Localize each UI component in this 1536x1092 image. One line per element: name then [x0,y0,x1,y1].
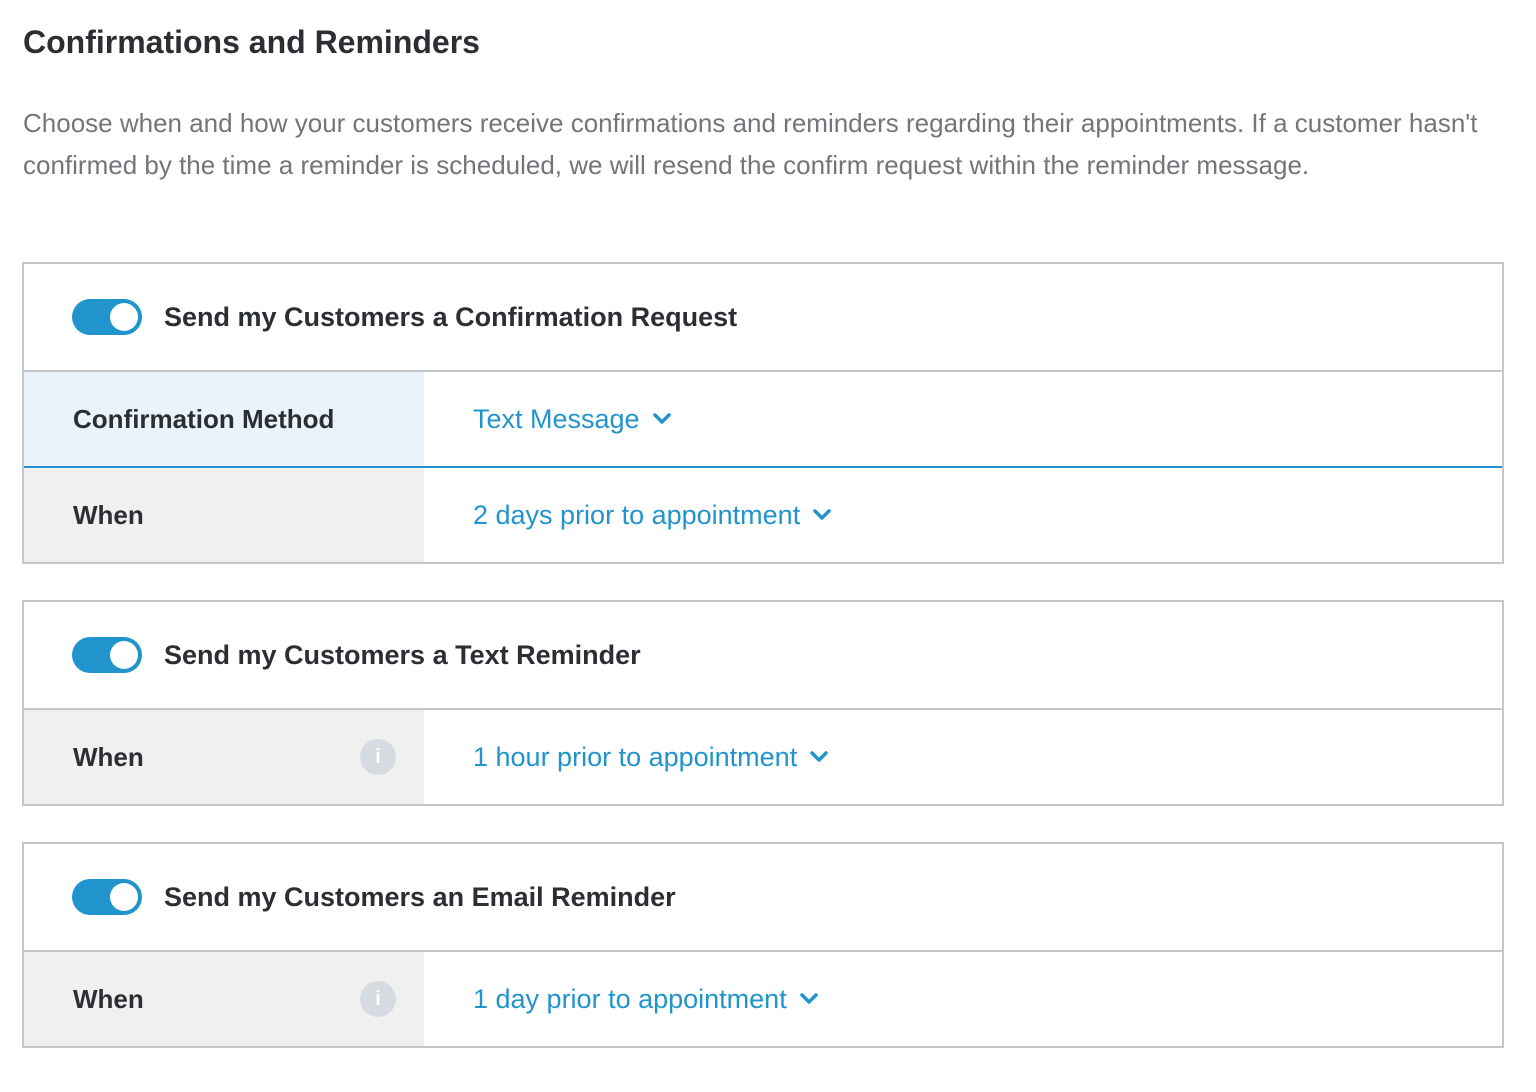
email-reminder-card: Send my Customers an Email Reminder When… [22,842,1504,1048]
row-label: When [73,983,144,1014]
email-reminder-when-select[interactable]: 1 day prior to appointment [473,984,819,1015]
toggle-knob [110,303,138,331]
text-reminder-when-row: When i 1 hour prior to appointment [24,710,1502,804]
email-reminder-toggle[interactable] [72,879,142,915]
text-reminder-when-select[interactable]: 1 hour prior to appointment [473,742,829,773]
page-title: Confirmations and Reminders [23,24,480,60]
info-icon[interactable]: i [360,739,396,775]
text-reminder-toggle[interactable] [72,637,142,673]
confirmation-method-row: Confirmation Method Text Message [24,372,1502,468]
confirmation-request-toggle[interactable] [72,299,142,335]
card-header-label: Send my Customers an Email Reminder [164,881,676,912]
chevron-down-icon [652,413,671,424]
chevron-down-icon [810,751,828,762]
page-description: Choose when and how your customers recei… [23,108,1478,180]
card-header: Send my Customers a Text Reminder [24,602,1502,710]
card-header: Send my Customers an Email Reminder [24,844,1502,952]
confirmation-request-card: Send my Customers a Confirmation Request… [22,262,1504,564]
select-value: 2 days prior to appointment [473,499,801,530]
select-value: 1 hour prior to appointment [473,741,798,772]
text-reminder-card: Send my Customers a Text Reminder When i… [22,600,1504,806]
row-label: When [73,741,144,772]
chevron-down-icon [799,993,818,1004]
card-header: Send my Customers a Confirmation Request [24,264,1502,372]
row-label: When [73,499,144,530]
info-icon[interactable]: i [360,981,396,1017]
toggle-knob [110,641,138,669]
chevron-down-icon [813,509,831,520]
email-reminder-when-row: When i 1 day prior to appointment [24,952,1502,1046]
confirmation-method-select[interactable]: Text Message [473,404,672,435]
row-label: Confirmation Method [73,403,335,434]
select-value: Text Message [473,403,640,434]
select-value: 1 day prior to appointment [473,983,787,1014]
toggle-knob [110,883,138,911]
card-header-label: Send my Customers a Confirmation Request [164,301,738,332]
confirmation-when-row: When 2 days prior to appointment [24,468,1502,562]
card-header-label: Send my Customers a Text Reminder [164,639,641,670]
confirmation-when-select[interactable]: 2 days prior to appointment [473,500,832,531]
